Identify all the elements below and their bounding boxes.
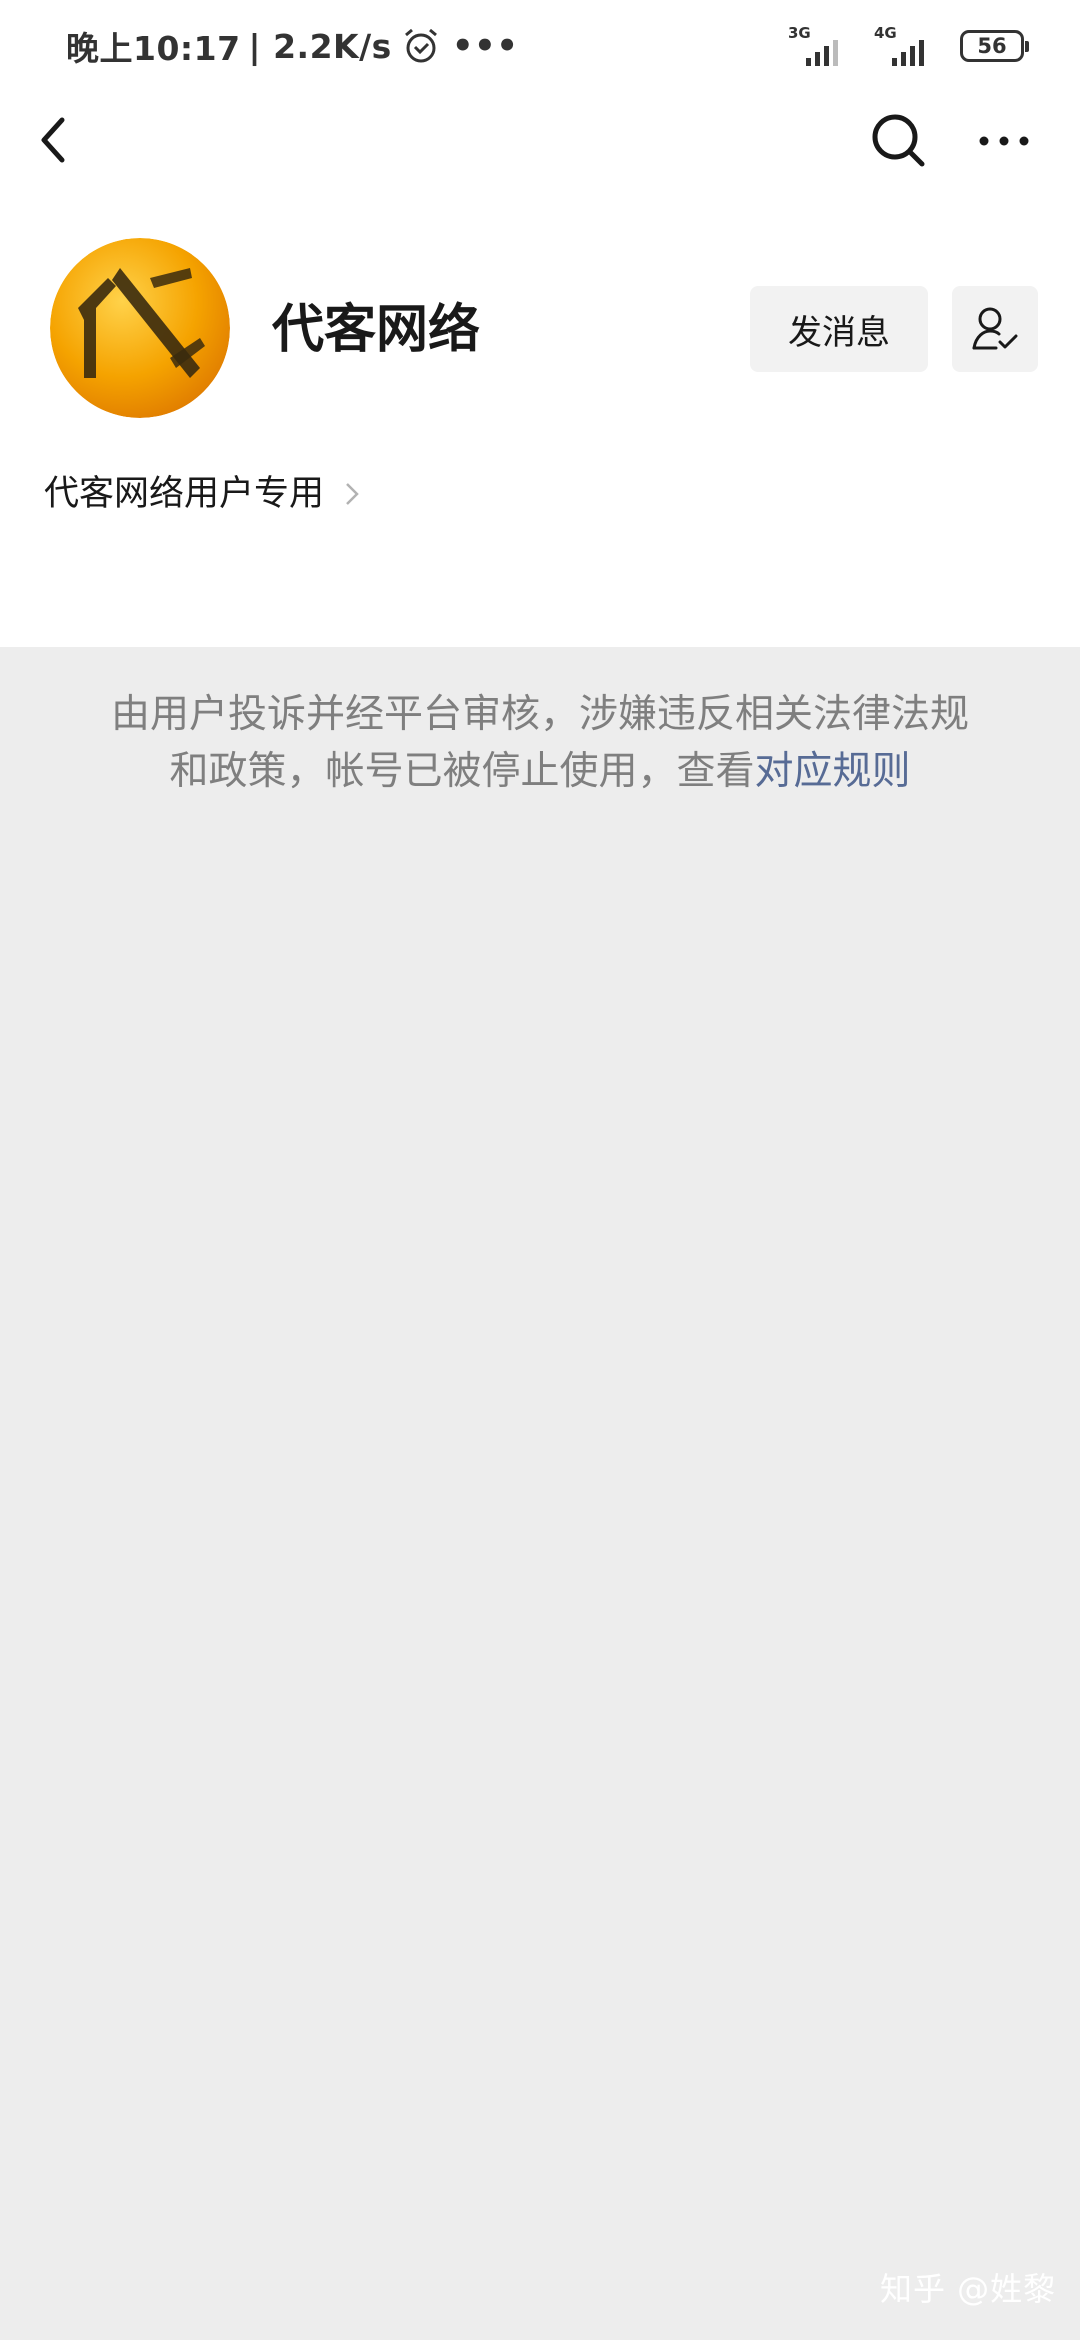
suspension-notice: 由用户投诉并经平台审核，涉嫌违反相关法律法规和政策，帐号已被停止使用，查看对应规… (100, 686, 980, 800)
chevron-right-icon (346, 483, 359, 505)
status-bar: 晚上10:17 | 2.2K/s ••• 3G 4G 56 (0, 0, 1080, 92)
account-description-text: 代客网络用户专用 (44, 474, 325, 514)
send-message-label: 发消息 (788, 312, 890, 353)
user-check-icon (972, 307, 1018, 350)
status-left: 晚上10:17 | 2.2K/s ••• (66, 24, 519, 69)
account-description[interactable]: 代客网络用户专用 (44, 466, 362, 522)
account-name: 代客网络 (272, 300, 481, 360)
status-time: 晚上10:17 (66, 29, 241, 68)
battery-level: 56 (977, 34, 1007, 58)
user-check-button[interactable] (952, 286, 1038, 372)
signal-3g-icon: 3G (788, 24, 844, 66)
alarm-icon (404, 28, 437, 63)
status-speed: | 2.2K/s (248, 26, 392, 66)
send-message-button[interactable]: 发消息 (750, 286, 928, 372)
signal-4g-icon: 4G (874, 24, 930, 66)
more-button[interactable] (974, 118, 1034, 164)
rules-link[interactable]: 对应规则 (755, 749, 911, 794)
battery-icon: 56 (960, 30, 1029, 62)
back-button[interactable] (30, 110, 80, 170)
avatar[interactable] (50, 238, 230, 418)
status-more-dots: ••• (451, 26, 519, 66)
search-button[interactable] (868, 110, 928, 170)
status-right: 3G 4G 56 (788, 24, 1029, 66)
watermark: 知乎 @姓黎 (880, 2270, 1057, 2308)
